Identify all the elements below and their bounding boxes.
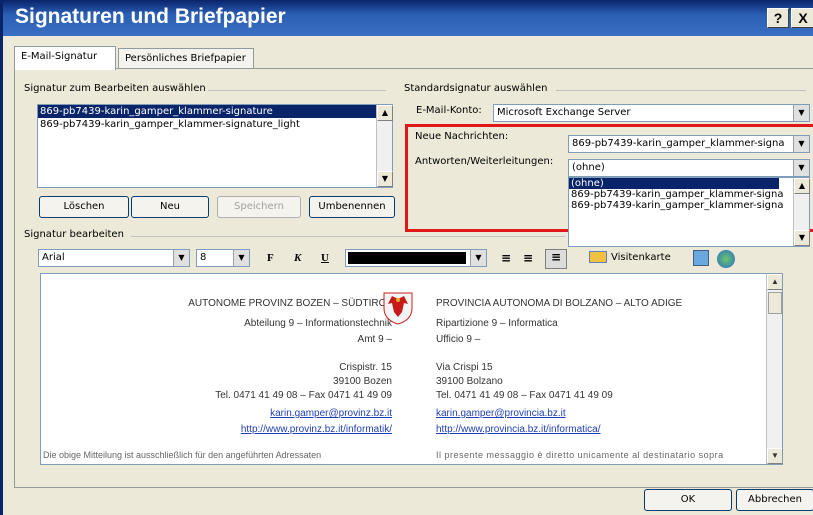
align-right-icon[interactable]: ≡ — [545, 249, 567, 269]
de-city: 39100 Bozen — [333, 376, 392, 387]
dropdown-scrollbar[interactable]: ▲ ▼ — [793, 178, 810, 246]
delete-button[interactable]: Löschen — [39, 196, 129, 218]
de-email-link[interactable]: karin.gamper@provinz.bz.it — [270, 408, 392, 419]
group-divider — [131, 236, 565, 237]
window-title: Signaturen und Briefpapier — [15, 5, 286, 28]
replies-dropdown[interactable]: (ohne) 869-pb7439-karin_gamper_klammer-s… — [568, 177, 810, 247]
it-disclaimer: Il presente messaggio è diretto unicamen… — [436, 450, 724, 460]
italic-button[interactable]: K — [294, 252, 301, 264]
scroll-up-icon[interactable]: ▲ — [377, 105, 393, 121]
help-button[interactable]: ? — [767, 8, 789, 28]
group-divider — [208, 90, 386, 91]
de-disclaimer: Die obige Mitteilung ist ausschließlich … — [43, 450, 322, 460]
it-city: 39100 Bolzano — [436, 376, 503, 387]
chevron-down-icon[interactable]: ▼ — [233, 250, 249, 266]
scroll-down-icon[interactable]: ▼ — [377, 171, 393, 187]
editor-scrollbar[interactable]: ▲ ▼ — [766, 274, 782, 464]
edit-signature-label: Signatur bearbeiten — [24, 229, 124, 240]
scroll-up-icon[interactable]: ▲ — [767, 274, 782, 290]
close-button[interactable]: X — [791, 8, 813, 28]
de-office: Amt 9 – — [357, 334, 392, 345]
scroll-down-icon[interactable]: ▼ — [767, 448, 782, 464]
title-bar: Signaturen und Briefpapier — [3, 0, 813, 36]
select-signature-label: Signatur zum Bearbeiten auswählen — [24, 83, 206, 94]
de-url-link[interactable]: http://www.provinz.bz.it/informatik/ — [241, 424, 392, 435]
it-email-link[interactable]: karin.gamper@provincia.bz.it — [436, 408, 566, 419]
size-value: 8 — [200, 252, 207, 263]
dialog-window: Signaturen und Briefpapier ? X E-Mail-Si… — [0, 0, 813, 515]
font-select[interactable]: Arial ▼ — [38, 249, 190, 267]
save-button[interactable]: Speichern — [217, 196, 301, 218]
bold-button[interactable]: F — [267, 252, 274, 264]
it-dept: Ripartizione 9 – Informatica — [436, 318, 558, 329]
color-swatch — [348, 252, 466, 264]
de-dept: Abteilung 9 – Informationstechnik — [244, 318, 392, 329]
account-value: Microsoft Exchange Server — [497, 107, 631, 118]
font-value: Arial — [42, 252, 65, 263]
list-scrollbar[interactable]: ▲ ▼ — [376, 105, 393, 187]
vcard-button[interactable]: Visitenkarte — [589, 251, 671, 263]
de-street: Crispistr. 15 — [339, 362, 392, 373]
default-signature-label: Standardsignatur auswählen — [404, 83, 548, 94]
group-divider — [556, 90, 806, 91]
dropdown-option[interactable]: (ohne) — [569, 178, 779, 189]
chevron-down-icon[interactable]: ▼ — [470, 250, 486, 266]
align-left-icon[interactable]: ≡ — [501, 251, 511, 265]
align-center-icon[interactable]: ≡ — [523, 251, 533, 265]
new-button[interactable]: Neu — [131, 196, 209, 218]
signature-list[interactable]: 869-pb7439-karin_gamper_klammer-signatur… — [37, 104, 393, 188]
account-select[interactable]: Microsoft Exchange Server ▼ — [493, 104, 810, 122]
hyperlink-icon[interactable] — [717, 250, 735, 268]
dropdown-option[interactable]: 869-pb7439-karin_gamper_klammer-signa — [569, 200, 791, 211]
rename-button[interactable]: Umbenennen — [309, 196, 395, 218]
cancel-button[interactable]: Abbrechen — [736, 489, 813, 511]
it-street: Via Crispi 15 — [436, 362, 493, 373]
list-item[interactable]: 869-pb7439-karin_gamper_klammer-signatur… — [38, 118, 392, 131]
it-office: Ufficio 9 – — [436, 334, 481, 345]
image-icon[interactable] — [693, 250, 709, 266]
vcard-label: Visitenkarte — [611, 251, 671, 263]
underline-button[interactable]: U — [321, 252, 329, 264]
chevron-down-icon[interactable]: ▼ — [793, 105, 809, 121]
scroll-thumb[interactable] — [768, 292, 782, 314]
account-label: E-Mail-Konto: — [416, 105, 482, 116]
it-url-link[interactable]: http://www.provincia.bz.it/informatica/ — [436, 424, 601, 435]
it-tel: Tel. 0471 41 49 08 – Fax 0471 41 49 09 — [436, 390, 613, 401]
signature-editor[interactable]: AUTONOME PROVINZ BOZEN – SÜDTIROL Abteil… — [40, 273, 783, 465]
scroll-down-icon[interactable]: ▼ — [794, 230, 810, 246]
ok-button[interactable]: OK — [644, 489, 732, 511]
dropdown-option[interactable]: 869-pb7439-karin_gamper_klammer-signa — [569, 189, 791, 200]
color-select[interactable]: ▼ — [345, 249, 487, 267]
de-org: AUTONOME PROVINZ BOZEN – SÜDTIROL — [188, 298, 392, 309]
tab-personal-stationery[interactable]: Persönliches Briefpapier — [118, 48, 254, 70]
de-tel: Tel. 0471 41 49 08 – Fax 0471 41 49 09 — [215, 390, 392, 401]
list-item[interactable]: 869-pb7439-karin_gamper_klammer-signatur… — [38, 105, 392, 118]
tab-email-signature[interactable]: E-Mail-Signatur — [14, 46, 116, 70]
it-org: PROVINCIA AUTONOMA DI BOLZANO – ALTO ADI… — [436, 298, 683, 309]
chevron-down-icon[interactable]: ▼ — [173, 250, 189, 266]
vcard-icon — [589, 251, 607, 263]
coat-of-arms-icon — [380, 290, 416, 326]
scroll-up-icon[interactable]: ▲ — [794, 178, 810, 194]
size-select[interactable]: 8 ▼ — [196, 249, 250, 267]
